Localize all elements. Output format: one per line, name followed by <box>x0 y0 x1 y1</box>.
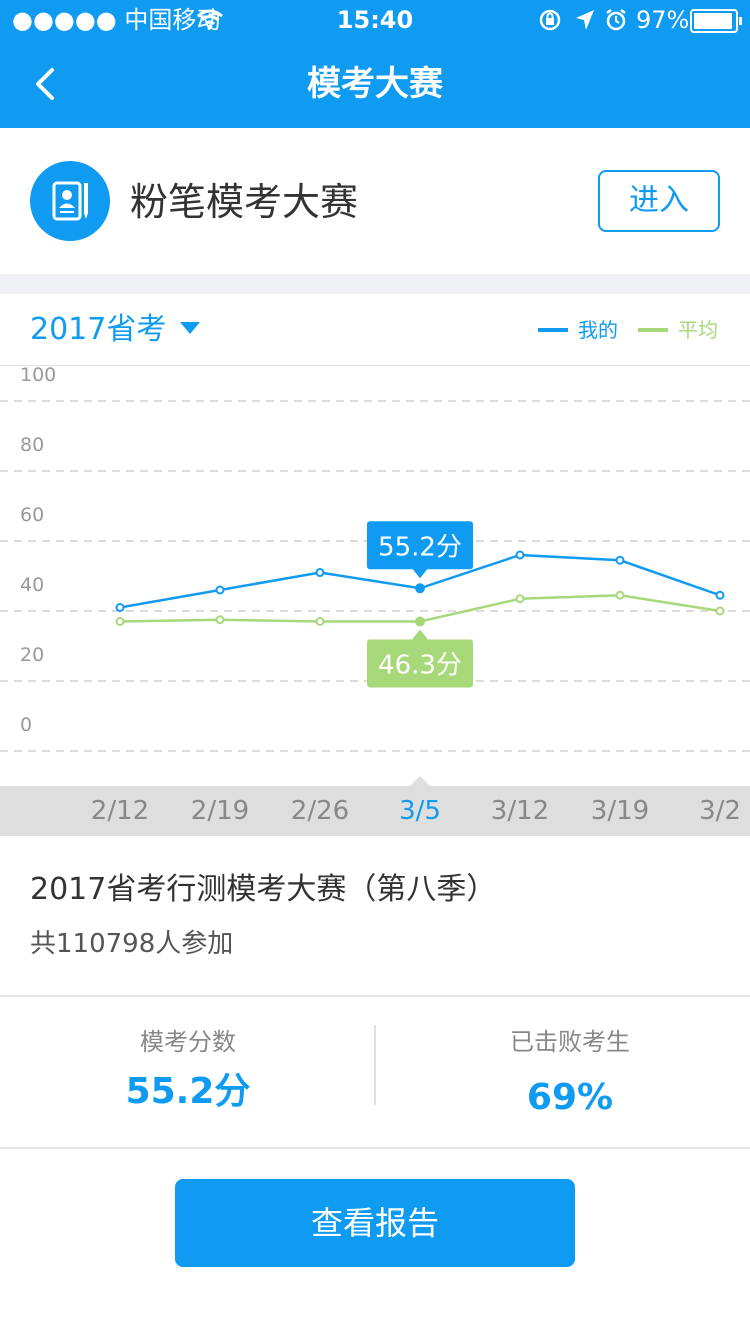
series-average-point[interactable] <box>415 616 425 627</box>
x-tick-label[interactable]: 2/26 <box>280 786 360 836</box>
beat-label: 已击败考生 <box>510 1028 630 1056</box>
contact-book-icon <box>52 181 88 221</box>
x-tick-label[interactable]: 3/2 <box>680 786 750 836</box>
event-logo <box>30 161 110 241</box>
series-average-point[interactable] <box>215 615 225 625</box>
series-mine-point[interactable] <box>415 583 425 594</box>
view-report-button[interactable]: 查看报告 <box>175 1179 575 1267</box>
tooltip-average: 46.3分 <box>367 629 473 688</box>
series-mine-point[interactable] <box>515 550 525 560</box>
series-mine-point[interactable] <box>215 585 225 595</box>
battery-icon <box>690 9 742 33</box>
series-average-point[interactable] <box>615 590 625 600</box>
y-tick-label: 40 <box>20 574 44 596</box>
tooltip-mine: 55.2分 <box>367 521 473 579</box>
section-divider <box>0 274 750 294</box>
series-mine-point[interactable] <box>115 603 125 612</box>
x-tick-label[interactable]: 3/5 <box>380 786 460 836</box>
series-mine-point[interactable] <box>315 568 325 577</box>
series-average-point[interactable] <box>515 594 525 604</box>
score-line-chart[interactable]: 100 80 60 40 20 0 55.2分 46.3分 <box>0 366 750 786</box>
enter-button[interactable]: 进入 <box>598 170 720 232</box>
tooltip-average-label: 46.3分 <box>378 651 462 681</box>
selected-pointer <box>410 776 430 786</box>
location-arrow-icon <box>576 10 594 30</box>
series-average-point[interactable] <box>315 617 325 626</box>
battery-percent: 97% <box>636 6 690 34</box>
y-tick-label: 60 <box>20 504 44 526</box>
page-title: 模考大赛 <box>307 64 443 104</box>
exam-title: 2017省考行测模考大赛（第八季） <box>30 872 497 907</box>
tooltip-mine-label: 55.2分 <box>378 532 462 562</box>
y-tick-label: 0 <box>20 714 32 736</box>
alarm-icon <box>606 9 626 31</box>
status-bar: ●●●●● 中国移动 15:40 97% <box>0 0 750 40</box>
beat-value: 69% <box>526 1077 614 1118</box>
event-title: 粉笔模考大赛 <box>130 180 359 224</box>
stats-bottom-divider <box>0 1147 750 1149</box>
stats-divider <box>374 1025 376 1105</box>
x-tick-label[interactable]: 3/12 <box>480 786 560 836</box>
score-value: 55.2分 <box>125 1071 251 1112</box>
series-mine-point[interactable] <box>715 590 725 600</box>
legend-average: 平均 <box>638 316 718 344</box>
exam-selector[interactable]: 2017省考 <box>30 308 201 352</box>
info-divider <box>0 995 750 997</box>
legend-average-label: 平均 <box>678 318 718 342</box>
series-average-point[interactable] <box>115 617 125 626</box>
legend-mine-swatch <box>538 327 568 332</box>
legend-mine: 我的 <box>538 316 618 344</box>
series-mine-point[interactable] <box>615 555 625 565</box>
exam-selector-label: 2017省考 <box>30 312 167 347</box>
y-tick-label: 20 <box>20 644 44 666</box>
series-average-point[interactable] <box>715 606 725 616</box>
x-tick-label[interactable]: 2/12 <box>80 786 160 836</box>
y-tick-label: 80 <box>20 434 44 456</box>
y-tick-label: 100 <box>20 366 56 386</box>
x-tick-label[interactable]: 3/19 <box>580 786 660 836</box>
caret-down-icon <box>180 321 201 334</box>
date-axis[interactable]: 2/12 2/19 2/26 3/5 3/12 3/19 3/2 <box>0 786 750 836</box>
legend-average-swatch <box>638 327 668 332</box>
top-bar: ●●●●● 中国移动 15:40 97% 模考大赛 <box>0 0 750 128</box>
score-label: 模考分数 <box>140 1028 236 1056</box>
legend-mine-label: 我的 <box>578 318 618 342</box>
rotation-lock-icon <box>539 9 561 31</box>
participant-count: 共110798人参加 <box>30 929 234 959</box>
x-tick-label[interactable]: 2/19 <box>180 786 260 836</box>
